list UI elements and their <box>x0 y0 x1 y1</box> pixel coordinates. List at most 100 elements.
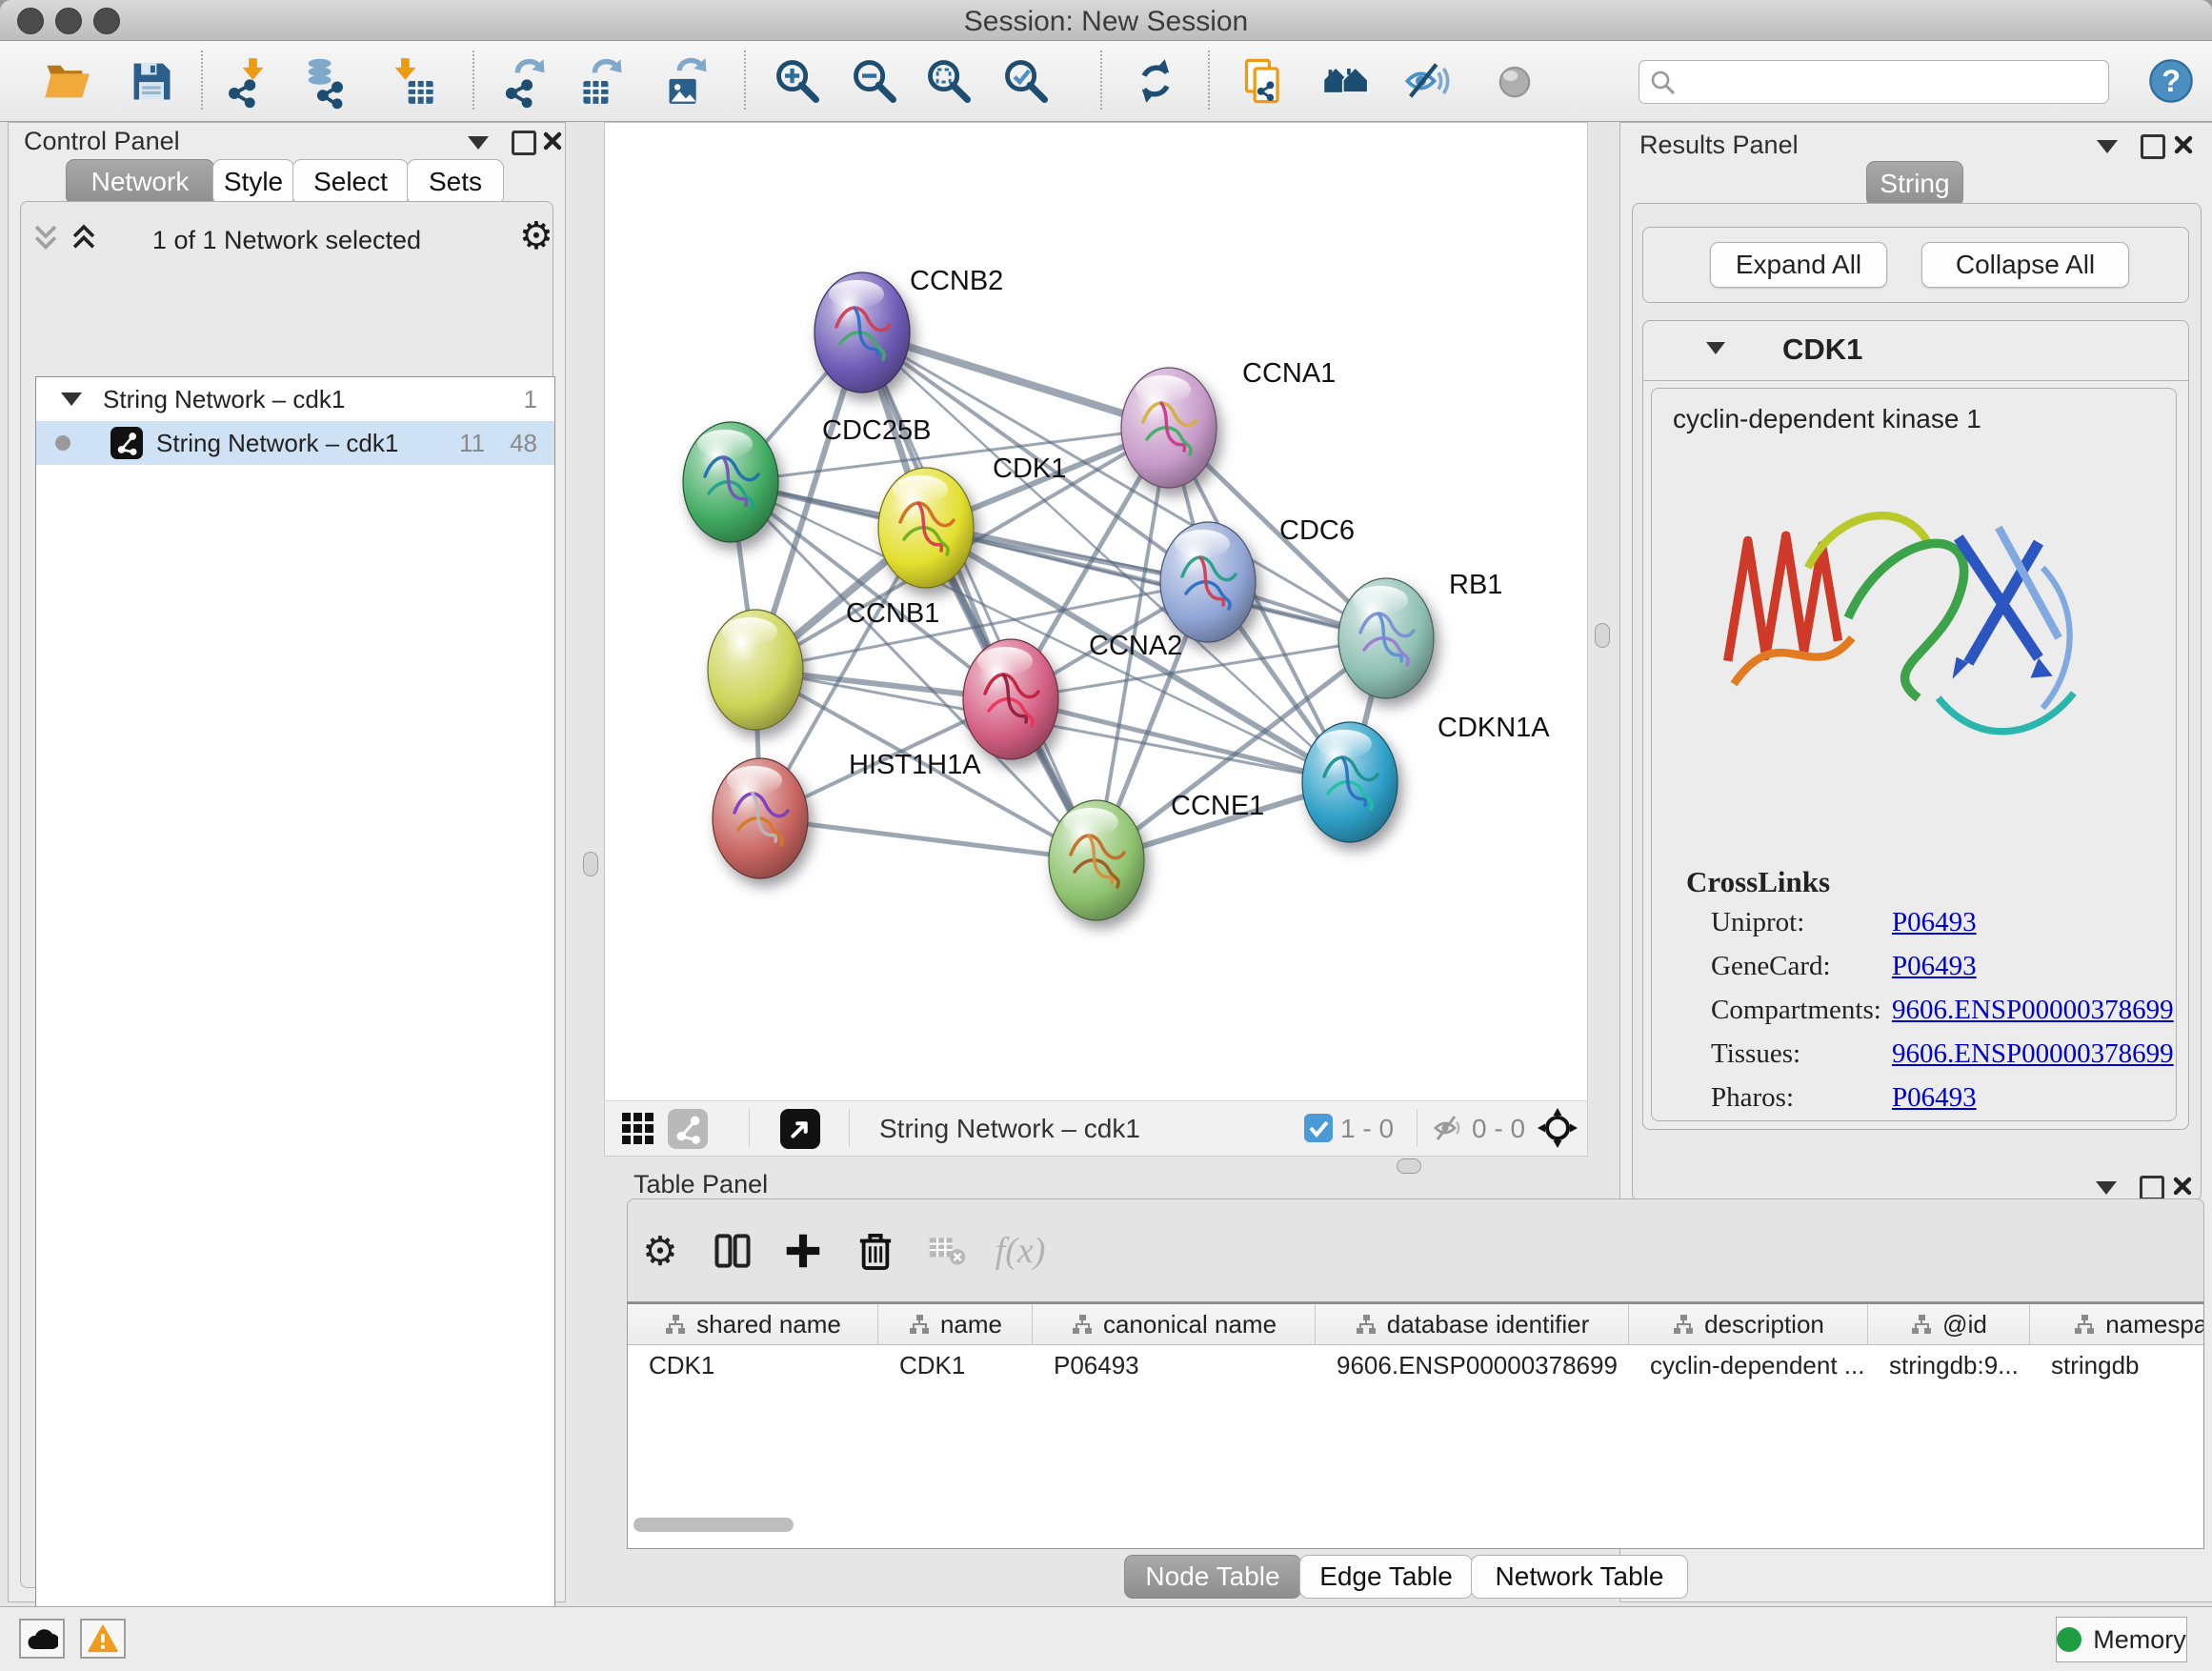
network-node-cdc25b[interactable] <box>683 422 778 542</box>
column-type-icon <box>2073 1313 2096 1336</box>
show-columns-icon[interactable] <box>714 1230 752 1272</box>
delete-column-trash-icon[interactable] <box>857 1230 894 1272</box>
string-network-graph[interactable]: CCNB2CCNA1CDC25BCDK1CDC6RB1CCNB1CCNA2CDK… <box>605 123 1587 1100</box>
zoom-selected-button[interactable] <box>1001 56 1051 106</box>
selected-checkbox-icon[interactable] <box>1304 1114 1333 1142</box>
open-session-button[interactable] <box>42 56 91 106</box>
collection-expand-icon[interactable] <box>61 393 82 406</box>
import-table-button[interactable] <box>388 56 437 106</box>
network-node-ccna2[interactable] <box>963 639 1058 759</box>
network-collection-row[interactable]: String Network – cdk1 1 <box>36 377 554 421</box>
network-node-ccnb1[interactable] <box>708 610 803 730</box>
left-splitter-handle[interactable] <box>583 852 598 876</box>
search-input[interactable] <box>1685 63 2099 99</box>
results-panel-float-icon[interactable] <box>2141 134 2165 159</box>
zoom-out-button[interactable] <box>850 56 899 106</box>
column-header[interactable]: database identifier <box>1316 1304 1629 1344</box>
warnings-button[interactable] <box>80 1619 126 1659</box>
horizontal-splitter-handle[interactable] <box>1397 1158 1421 1174</box>
network-node-cdk1[interactable] <box>878 468 974 588</box>
cell-shared-name[interactable]: CDK1 <box>628 1345 878 1385</box>
cell-name[interactable]: CDK1 <box>878 1345 1033 1385</box>
results-panel-close-icon[interactable] <box>2173 134 2194 155</box>
network-node-cdkn1a[interactable] <box>1302 722 1398 842</box>
fit-crosshair-icon[interactable] <box>1537 1107 1579 1149</box>
tab-sets[interactable]: Sets <box>407 159 504 205</box>
delete-table-icon[interactable] <box>928 1234 968 1268</box>
import-network-database-button[interactable] <box>300 56 350 106</box>
table-row[interactable]: CDK1 CDK1 P06493 9606.ENSP00000378699 cy… <box>628 1345 2204 1385</box>
cell-database-identifier[interactable]: 9606.ENSP00000378699 <box>1316 1345 1629 1385</box>
memory-button[interactable]: Memory <box>2056 1617 2187 1662</box>
grid-view-icon[interactable] <box>620 1111 656 1147</box>
column-header[interactable]: shared name <box>628 1304 878 1344</box>
column-header[interactable]: namespace <box>2030 1304 2204 1344</box>
cell-canonical-name[interactable]: P06493 <box>1033 1345 1316 1385</box>
zoom-in-button[interactable] <box>773 56 822 106</box>
cell-description[interactable]: cyclin-dependent ... <box>1629 1345 1868 1385</box>
network-node-rb1[interactable] <box>1338 578 1434 698</box>
crosslink-tissues[interactable]: 9606.ENSP00000378699 <box>1892 1038 2174 1070</box>
crosslink-uniprot[interactable]: P06493 <box>1892 907 1977 938</box>
tab-select[interactable]: Select <box>292 159 409 205</box>
column-header[interactable]: @id <box>1868 1304 2030 1344</box>
table-panel-menu-icon[interactable] <box>2096 1181 2117 1195</box>
network-node-ccna1[interactable] <box>1121 368 1217 488</box>
network-row[interactable]: String Network – cdk1 11 48 <box>36 421 554 465</box>
export-table-button[interactable] <box>578 56 628 106</box>
network-node-hist1h1a[interactable] <box>713 758 808 878</box>
table-panel-float-icon[interactable] <box>2140 1176 2164 1200</box>
import-network-file-button[interactable] <box>222 56 271 106</box>
control-panel-close-icon[interactable] <box>542 131 563 151</box>
function-builder-icon[interactable]: f(x) <box>995 1230 1046 1272</box>
network-view-share-icon[interactable] <box>668 1109 708 1149</box>
network-edge[interactable] <box>760 818 1096 860</box>
control-panel-float-icon[interactable] <box>512 131 536 155</box>
table-gear-icon[interactable]: ⚙ <box>642 1228 678 1275</box>
birdseye-view-icon[interactable] <box>780 1109 820 1149</box>
hide-selected-button[interactable] <box>1402 56 1452 106</box>
network-node-cdc6[interactable] <box>1160 522 1256 642</box>
clone-network-button[interactable] <box>1240 56 1290 106</box>
tab-network[interactable]: Network <box>66 159 214 205</box>
export-image-button[interactable] <box>663 56 713 106</box>
hidden-eye-icon[interactable] <box>1432 1114 1464 1142</box>
horizontal-scrollbar[interactable] <box>633 1518 794 1532</box>
network-node-ccne1[interactable] <box>1049 800 1144 920</box>
cell-id[interactable]: stringdb:9... <box>1868 1345 2030 1385</box>
control-panel-menu-icon[interactable] <box>468 136 489 150</box>
crosslink-compartments[interactable]: 9606.ENSP00000378699 <box>1892 995 2174 1026</box>
refresh-button[interactable] <box>1131 56 1180 106</box>
zoom-fit-button[interactable] <box>924 56 974 106</box>
network-options-gear-icon[interactable]: ⚙ <box>519 214 553 258</box>
tab-node-table[interactable]: Node Table <box>1124 1555 1301 1599</box>
gene-collapse-icon[interactable] <box>1706 342 1725 354</box>
expand-all-button[interactable]: Expand All <box>1710 242 1887 288</box>
network-edge[interactable] <box>862 332 1096 860</box>
gene-section-header[interactable]: CDK1 <box>1643 321 2188 381</box>
tab-string[interactable]: String <box>1866 161 1963 207</box>
network-list: String Network – cdk1 1 String Network –… <box>35 376 555 1671</box>
tab-edge-table[interactable]: Edge Table <box>1299 1555 1473 1599</box>
cell-namespace[interactable]: stringdb <box>2030 1345 2204 1385</box>
table-panel-close-icon[interactable] <box>2172 1176 2193 1197</box>
tab-style[interactable]: Style <box>212 159 294 205</box>
save-session-button[interactable] <box>127 56 176 106</box>
column-header[interactable]: name <box>878 1304 1033 1344</box>
collapse-all-button[interactable]: Collapse All <box>1921 242 2129 288</box>
cloud-status-button[interactable] <box>19 1619 65 1659</box>
right-splitter-handle[interactable] <box>1595 623 1610 648</box>
export-network-button[interactable] <box>501 56 551 106</box>
add-column-icon[interactable] <box>784 1230 822 1272</box>
column-header[interactable]: canonical name <box>1033 1304 1316 1344</box>
tab-network-table[interactable]: Network Table <box>1471 1555 1688 1599</box>
help-button[interactable]: ? <box>2146 56 2196 106</box>
show-all-button[interactable] <box>1490 56 1539 106</box>
network-view-canvas[interactable]: CCNB2CCNA1CDC25BCDK1CDC6RB1CCNB1CCNA2CDK… <box>604 122 1588 1101</box>
home-button[interactable] <box>1321 56 1371 106</box>
results-panel-menu-icon[interactable] <box>2097 140 2118 153</box>
crosslink-genecard[interactable]: P06493 <box>1892 951 1977 982</box>
crosslink-pharos[interactable]: P06493 <box>1892 1082 1977 1114</box>
network-node-ccnb2[interactable] <box>814 272 910 393</box>
column-header[interactable]: description <box>1629 1304 1868 1344</box>
